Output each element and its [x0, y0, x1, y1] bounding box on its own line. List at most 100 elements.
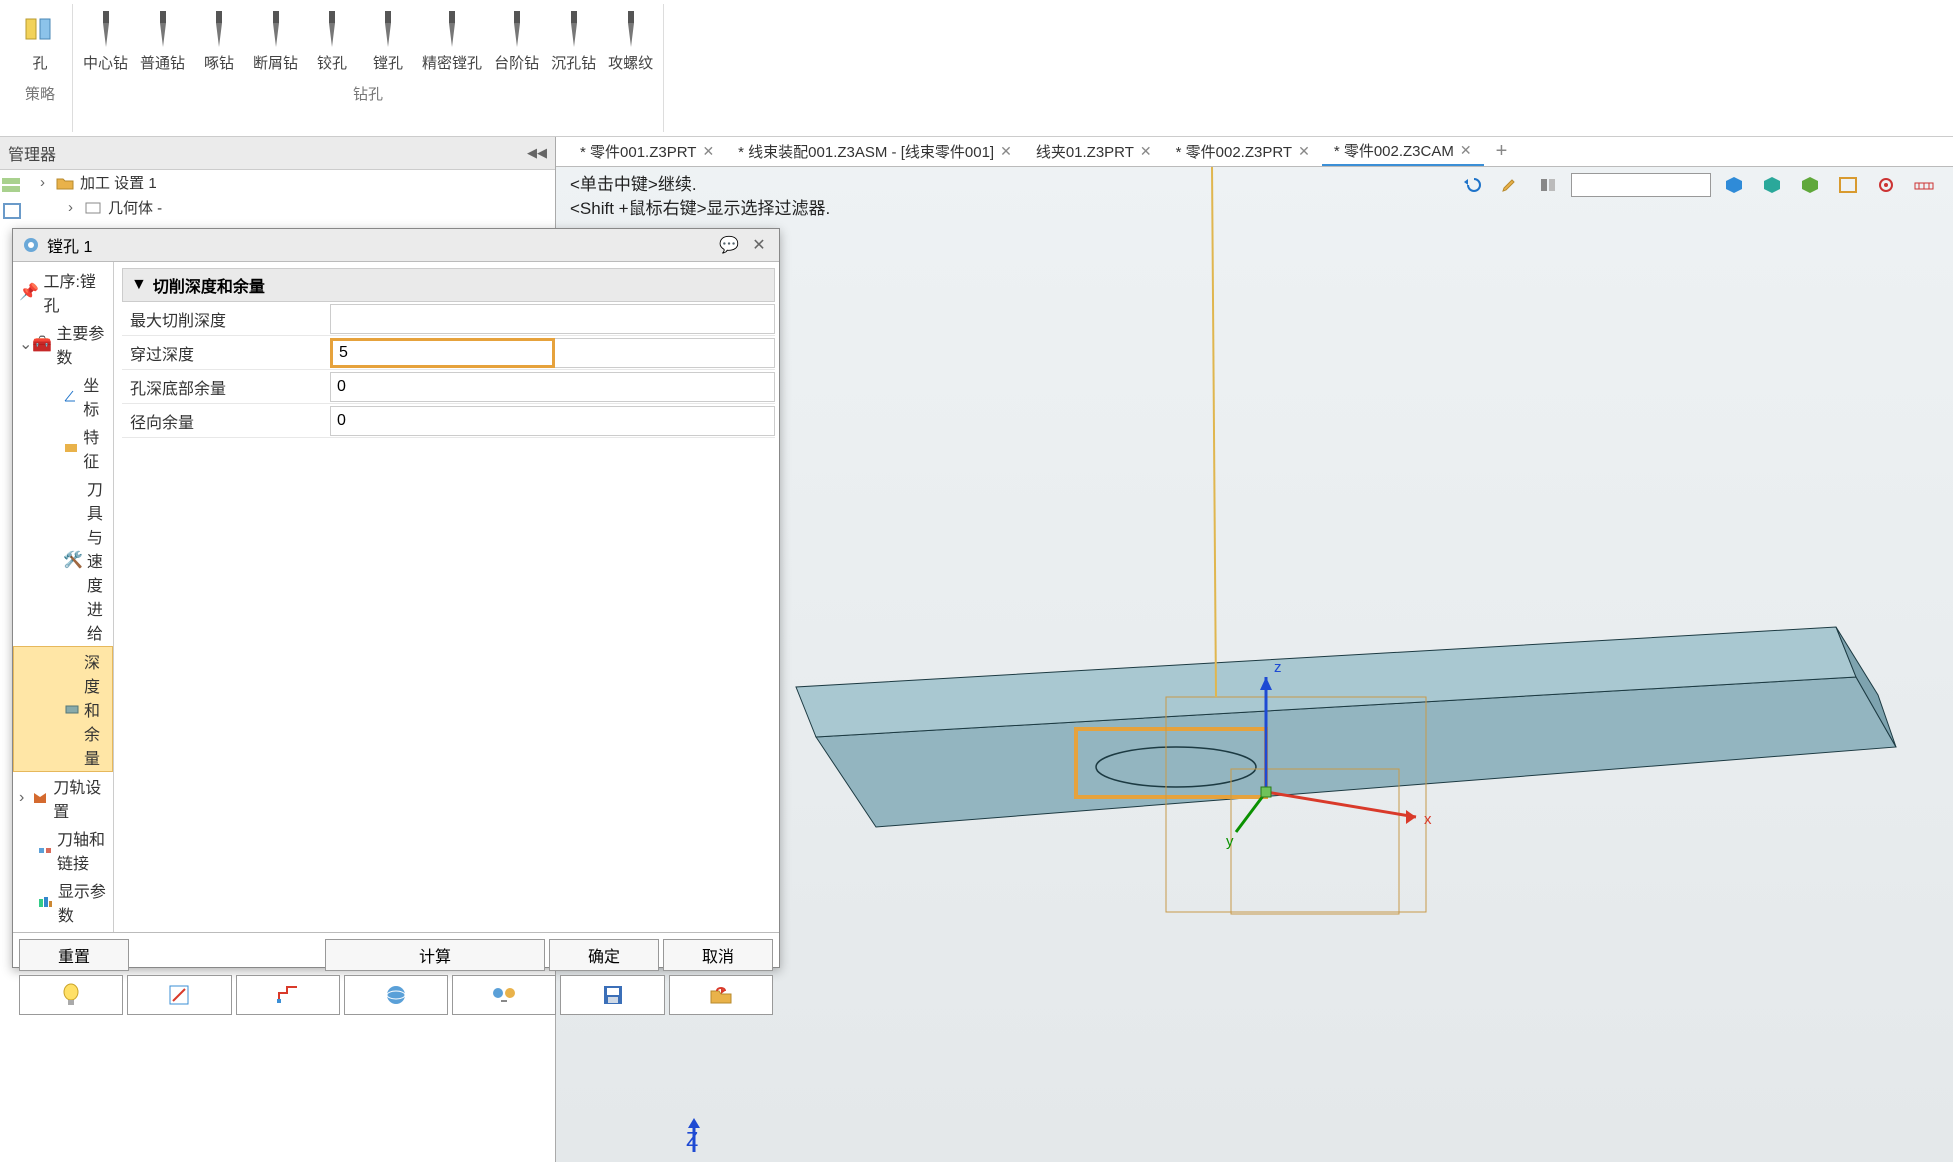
nav-depth[interactable]: 深度和余量 — [13, 646, 113, 772]
ribbon-btn-drill-2[interactable]: 啄钻 — [191, 4, 247, 77]
svg-text:x: x — [1424, 811, 1432, 828]
undo-icon[interactable] — [1457, 173, 1487, 197]
label-radial-allow: 径向余量 — [122, 409, 330, 433]
input-max-depth[interactable] — [330, 304, 775, 334]
document-tab[interactable]: * 零件001.Z3PRT ✕ — [568, 137, 726, 166]
caret-icon: › — [68, 199, 82, 216]
close-icon[interactable]: ✕ — [1140, 143, 1152, 160]
input-pass-depth-ext[interactable] — [555, 338, 775, 368]
add-tab-button[interactable]: + — [1484, 140, 1520, 163]
dialog-hint-icon[interactable]: 💬 — [717, 235, 741, 255]
reset-button[interactable]: 重置 — [19, 939, 129, 971]
model-3d: x y z — [636, 397, 1936, 1047]
dialog-close-icon[interactable]: ✕ — [747, 235, 771, 255]
input-radial-allow[interactable] — [330, 406, 775, 436]
svg-text:z: z — [1274, 659, 1282, 676]
pin-icon: 📌 — [19, 283, 39, 301]
ribbon-btn-drill-0[interactable]: 中心钻 — [77, 4, 134, 77]
stack-icon[interactable] — [0, 174, 24, 196]
ruler-icon[interactable] — [1909, 173, 1939, 197]
nav-main[interactable]: ⌄🧰主要参数 — [13, 318, 113, 370]
ribbon-label: 攻螺纹 — [608, 52, 653, 73]
align-icon[interactable] — [1533, 173, 1563, 197]
drill-bit-icon — [88, 8, 124, 50]
input-pass-depth[interactable] — [330, 338, 555, 368]
ribbon-label: 中心钻 — [83, 52, 128, 73]
tab-label: * 零件001.Z3PRT — [580, 141, 696, 162]
dialog-buttons: 重置 计算 确定 取消 — [13, 932, 779, 1021]
document-tab[interactable]: * 零件002.Z3CAM ✕ — [1322, 137, 1484, 166]
feature-icon — [63, 439, 79, 457]
bulb-button[interactable] — [19, 975, 123, 1015]
ribbon-label: 精密镗孔 — [422, 52, 482, 73]
dialog-title-bar[interactable]: 镗孔 1 💬 ✕ — [13, 229, 779, 262]
nav-axislink[interactable]: 刀轴和链接 — [13, 824, 113, 876]
cube-teal-icon[interactable] — [1757, 173, 1787, 197]
nav-toolspeed[interactable]: 🛠️刀具与速度进给 — [13, 474, 113, 646]
tree-item-setup[interactable]: › 加工 设置 1 — [32, 170, 555, 195]
caret-down-icon: ▼ — [131, 276, 147, 294]
tab-label: * 零件002.Z3CAM — [1334, 140, 1454, 161]
open-button[interactable] — [669, 975, 773, 1015]
ribbon-btn-drill-8[interactable]: 沉孔钻 — [545, 4, 602, 77]
nav-feature[interactable]: 特征 — [13, 422, 113, 474]
transfer-button[interactable] — [452, 975, 556, 1015]
ribbon-btn-drill-7[interactable]: 台阶钻 — [488, 4, 545, 77]
bore-dialog: 镗孔 1 💬 ✕ 📌工序:镗孔 ⌄🧰主要参数 坐标 特征 🛠️刀具与速度进给 深… — [12, 228, 780, 968]
tree-label: 加工 设置 1 — [80, 172, 157, 193]
drill-bit-icon — [370, 8, 406, 50]
ribbon-btn-hole[interactable]: 孔 — [12, 4, 68, 77]
close-icon[interactable]: ✕ — [1000, 143, 1012, 160]
cube-blue-icon[interactable] — [1719, 173, 1749, 197]
ribbon-btn-drill-6[interactable]: 精密镗孔 — [416, 4, 488, 77]
ribbon-btn-drill-3[interactable]: 断屑钻 — [247, 4, 304, 77]
ribbon-btn-drill-4[interactable]: 铰孔 — [304, 4, 360, 77]
ribbon-label: 断屑钻 — [253, 52, 298, 73]
document-tab[interactable]: * 零件002.Z3PRT✕ — [1164, 137, 1322, 166]
dialog-nav: 📌工序:镗孔 ⌄🧰主要参数 坐标 特征 🛠️刀具与速度进给 深度和余量 ›刀轨设… — [13, 262, 114, 932]
save-button[interactable] — [560, 975, 664, 1015]
drill-bit-icon — [145, 8, 181, 50]
target-icon[interactable] — [1871, 173, 1901, 197]
cube-green-icon[interactable] — [1795, 173, 1825, 197]
nav-coord[interactable]: 坐标 — [13, 370, 113, 422]
box-icon[interactable] — [0, 200, 24, 222]
tree-item-geometry[interactable]: › 几何体 - — [32, 195, 555, 220]
dialog-title: 镗孔 1 — [47, 233, 92, 257]
close-icon[interactable]: ✕ — [1460, 142, 1472, 159]
form-panel-title[interactable]: ▼切削深度和余量 — [122, 268, 775, 302]
folder-icon — [54, 174, 76, 192]
viewport-toolbar — [1457, 173, 1939, 197]
frame-icon[interactable] — [1833, 173, 1863, 197]
compute-button[interactable]: 计算 — [325, 939, 545, 971]
document-tab[interactable]: * 线束装配001.Z3ASM - [线束零件001]✕ — [726, 137, 1024, 166]
document-tab[interactable]: 线夹01.Z3PRT ✕ — [1024, 137, 1164, 166]
drill-bit-icon — [201, 8, 237, 50]
drill-bit-icon — [434, 8, 470, 50]
close-icon[interactable]: ✕ — [1298, 143, 1310, 160]
row-radial-allow: 径向余量 — [122, 404, 775, 438]
filter-dropdown[interactable] — [1571, 173, 1711, 197]
cancel-button[interactable]: 取消 — [663, 939, 773, 971]
note-button[interactable] — [127, 975, 231, 1015]
ribbon-btn-drill-9[interactable]: 攻螺纹 — [602, 4, 659, 77]
ribbon-btn-drill-5[interactable]: 镗孔 — [360, 4, 416, 77]
ok-button[interactable]: 确定 — [549, 939, 659, 971]
close-icon[interactable]: ✕ — [702, 143, 714, 160]
axis-icon — [63, 387, 79, 405]
path-button[interactable] — [236, 975, 340, 1015]
collapse-icon[interactable]: ◀◀ — [527, 145, 547, 161]
row-max-depth: 最大切削深度 — [122, 302, 775, 336]
toolpath-icon — [31, 789, 49, 807]
tree-label: 几何体 - — [108, 197, 162, 218]
drill-bit-icon — [556, 8, 592, 50]
input-bottom-allow[interactable] — [330, 372, 775, 402]
nav-toolpath[interactable]: ›刀轨设置 — [13, 772, 113, 824]
nav-process[interactable]: 📌工序:镗孔 — [13, 266, 113, 318]
nav-display[interactable]: 显示参数 — [13, 876, 113, 928]
caret-icon: › — [40, 174, 54, 191]
world-button[interactable] — [344, 975, 448, 1015]
tab-label: 线夹01.Z3PRT — [1036, 141, 1134, 162]
edit-icon[interactable] — [1495, 173, 1525, 197]
ribbon-btn-drill-1[interactable]: 普通钻 — [134, 4, 191, 77]
